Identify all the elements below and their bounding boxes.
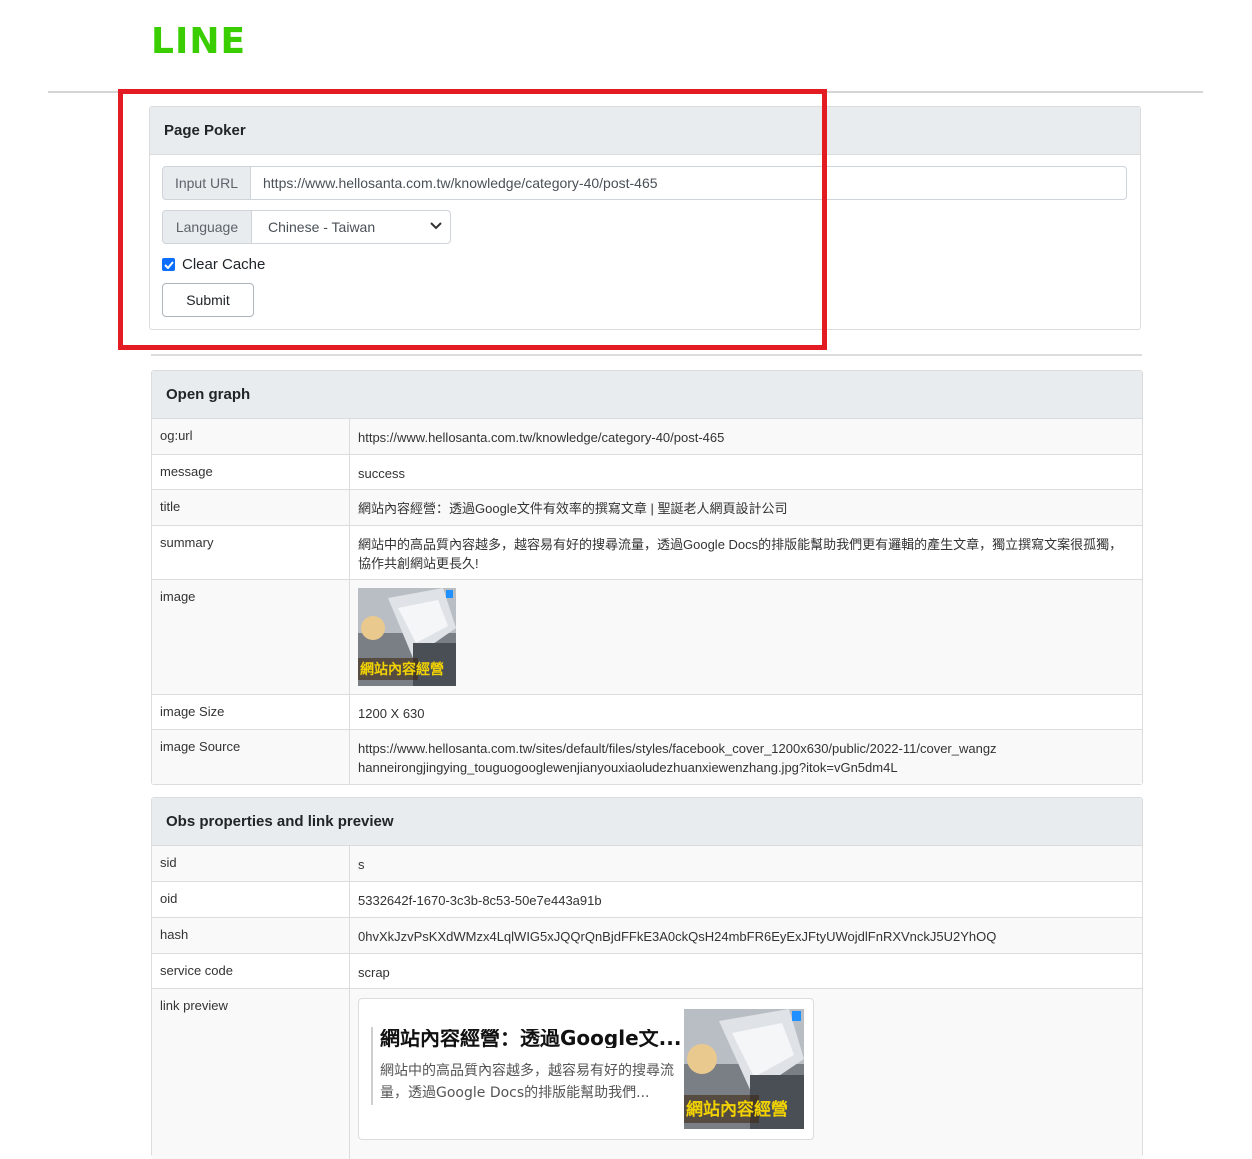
row-key: og:url (152, 419, 350, 454)
obs-properties-card: Obs properties and link preview sid s oi… (151, 797, 1143, 1159)
table-row: link preview 網站內容經營：透過Google文... 網站中的高品質… (152, 989, 1142, 1159)
table-row: image Source https://www.hellosanta.com.… (152, 730, 1142, 784)
table-row: image 網站內容經營 (152, 580, 1142, 695)
row-value: 5332642f-1670-3c3b-8c53-50e7e443a91b (358, 893, 602, 908)
row-value: scrap (358, 965, 390, 980)
row-value: 1200 X 630 (358, 706, 425, 721)
row-key: image Source (152, 730, 350, 784)
table-row: sid s (152, 846, 1142, 882)
table-row: image Size 1200 X 630 (152, 695, 1142, 730)
link-preview-image: 網站內容經營 (684, 1009, 804, 1129)
row-key: summary (152, 526, 350, 579)
table-row: summary 網站中的高品質內容越多，越容易有好的搜尋流量，透過Google … (152, 526, 1142, 580)
row-key: link preview (152, 989, 350, 1159)
row-key: oid (152, 882, 350, 917)
row-value: 0hvXkJzvPsKXdWMzx4LqlWIG5xJQQrQnBjdFFkE3… (358, 929, 997, 944)
link-preview-card[interactable]: 網站內容經營：透過Google文... 網站中的高品質內容越多，越容易有好的搜尋… (358, 998, 814, 1140)
og-image-thumbnail: 網站內容經營 (358, 588, 456, 686)
row-key: message (152, 455, 350, 489)
row-value: s (358, 857, 365, 872)
line-logo: LINE (151, 21, 247, 62)
obs-properties-title: Obs properties and link preview (152, 798, 1142, 846)
preview-accent-bar (371, 1027, 373, 1105)
table-row: title 網站內容經營：透過Google文件有效率的撰寫文章 | 聖誕老人網頁… (152, 490, 1142, 526)
table-row: message success (152, 455, 1142, 490)
row-value: success (358, 466, 405, 481)
link-preview-title: 網站內容經營：透過Google文... (380, 1029, 680, 1048)
table-row: og:url https://www.hellosanta.com.tw/kno… (152, 419, 1142, 455)
open-graph-title: Open graph (152, 371, 1142, 419)
row-value: https://www.hellosanta.com.tw/knowledge/… (358, 430, 725, 445)
section-divider (151, 354, 1142, 356)
row-key: image (152, 580, 350, 694)
row-value: 網站內容經營：透過Google文件有效率的撰寫文章 | 聖誕老人網頁設計公司 (358, 501, 788, 516)
row-key: image Size (152, 695, 350, 729)
row-key: sid (152, 846, 350, 881)
row-value: 網站內容經營 (350, 580, 1142, 694)
table-row: hash 0hvXkJzvPsKXdWMzx4LqlWIG5xJQQrQnBjd… (152, 918, 1142, 954)
row-value: https://www.hellosanta.com.tw/sites/defa… (358, 741, 997, 775)
row-key: title (152, 490, 350, 525)
row-value: 網站中的高品質內容越多，越容易有好的搜尋流量，透過Google Docs的排版能… (358, 537, 1123, 571)
open-graph-card: Open graph og:url https://www.hellosanta… (151, 370, 1143, 785)
highlight-annotation-box (118, 89, 827, 350)
table-row: oid 5332642f-1670-3c3b-8c53-50e7e443a91b (152, 882, 1142, 918)
preview-image-caption: 網站內容經營 (686, 1099, 788, 1120)
row-value: 網站內容經營：透過Google文... 網站中的高品質內容越多，越容易有好的搜尋… (350, 989, 1142, 1159)
row-key: hash (152, 918, 350, 953)
link-preview-description: 網站中的高品質內容越多，越容易有好的搜尋流量，透過Google Docs的排版能… (380, 1063, 674, 1101)
table-row: service code scrap (152, 954, 1142, 989)
thumbnail-caption: 網站內容經營 (360, 661, 444, 678)
row-key: service code (152, 954, 350, 988)
